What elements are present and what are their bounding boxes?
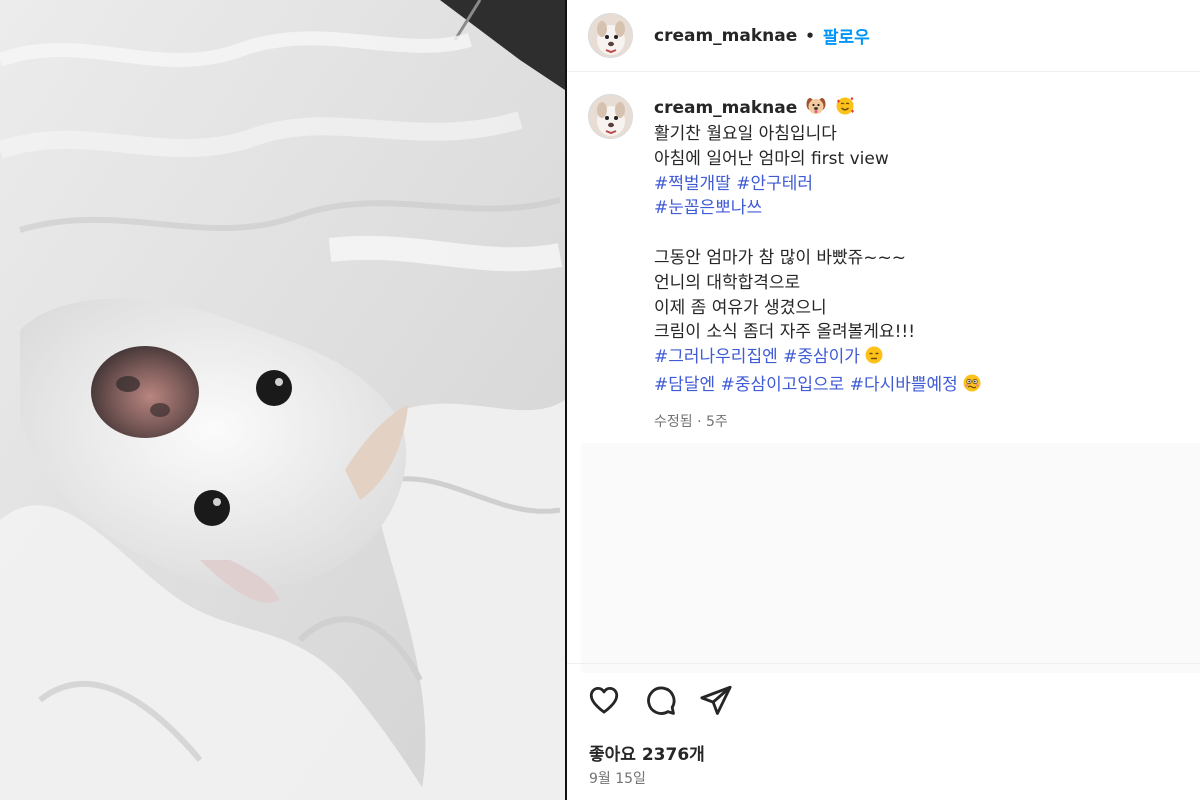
caption-comment: cream_maknae 활기찬 월요일 아침입니다 아침에 일어난 엄마의 f… (588, 94, 1188, 431)
caption-line (654, 221, 982, 246)
comments-area (581, 443, 1200, 673)
caption-line: #쩍벌개딸 #안구테러 (654, 172, 982, 197)
post-date[interactable]: 9월 15일 (589, 768, 646, 788)
caption-line: 활기찬 월요일 아침입니다 (654, 124, 837, 144)
woozy-face-icon (962, 373, 982, 401)
caption-body: cream_maknae 활기찬 월요일 아침입니다 아침에 일어난 엄마의 f… (654, 94, 982, 431)
caption-line: 그동안 엄마가 참 많이 바빴쥬~~~ (654, 247, 907, 268)
post-details-panel: cream_maknae • 팔로우 cream_maknae 활기찬 월요일 … (567, 0, 1200, 800)
heart-icon[interactable] (587, 683, 621, 717)
caption-line: 언니의 대학합격으로 (654, 272, 801, 293)
hashtag-link[interactable]: #그러나우리집엔 (654, 347, 778, 367)
hashtag-link[interactable]: #눈꼽은뽀나쓰 (654, 198, 762, 218)
follow-button[interactable]: 팔로우 (823, 23, 870, 48)
comment-avatar[interactable] (588, 94, 633, 139)
hashtag-link[interactable]: #다시바쁠예정 (850, 375, 958, 395)
caption-line: 아침에 일어난 엄마의 first view (654, 148, 889, 169)
smiling-face-hearts-icon (835, 96, 855, 120)
caption-line: #눈꼽은뽀나쓰 (654, 196, 982, 221)
caption-text: 활기찬 월요일 아침입니다아침에 일어난 엄마의 first view #쩍벌개딸… (654, 122, 982, 401)
dog-photo-illustration (0, 0, 565, 800)
dog-avatar-icon (589, 95, 632, 138)
caption-meta: 수정됨 · 5주 (654, 413, 728, 430)
dog-face-icon (806, 96, 826, 120)
comment-icon[interactable] (643, 683, 677, 717)
header-username[interactable]: cream_maknae (654, 26, 797, 46)
dog-avatar-icon (589, 14, 632, 57)
hashtag-link[interactable]: #중삼이가 (783, 347, 860, 367)
post-photo[interactable] (0, 0, 565, 800)
caption-username[interactable]: cream_maknae (654, 98, 797, 118)
caption-line: #그러나우리집엔 #중삼이가 (654, 345, 982, 373)
post-header: cream_maknae • 팔로우 (567, 0, 1200, 72)
hashtag-link[interactable]: #안구테러 (736, 174, 813, 194)
avatar[interactable] (588, 13, 633, 58)
caption-username-row: cream_maknae (654, 96, 982, 120)
caption-line: #담달엔 #중삼이고입으로 #다시바쁠예정 (654, 373, 982, 401)
hashtag-link[interactable]: #쩍벌개딸 (654, 174, 731, 194)
caption-line: 크림이 소식 좀더 자주 올려볼게요!!! (654, 322, 916, 343)
caption-line: 이제 좀 여유가 생겼으니 (654, 297, 827, 318)
hashtag-link[interactable]: #담달엔 (654, 375, 715, 395)
hashtag-link[interactable]: #중삼이고입으로 (721, 375, 845, 395)
header-separator: • (805, 26, 815, 45)
likes-count[interactable]: 좋아요 2376개 (589, 740, 705, 765)
expressionless-face-icon (864, 345, 884, 373)
actions-divider (567, 663, 1200, 664)
action-bar (587, 683, 733, 717)
share-icon[interactable] (699, 683, 733, 717)
